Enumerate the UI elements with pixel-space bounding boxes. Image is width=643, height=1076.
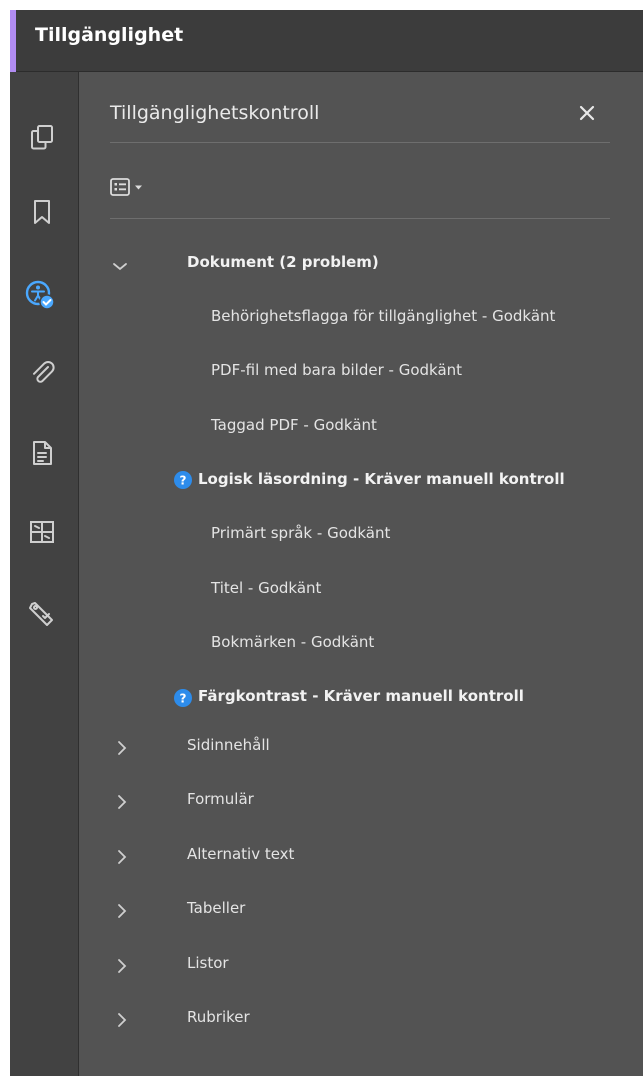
tree-item-rubriker[interactable]: Rubriker xyxy=(187,1008,250,1026)
tree-item-accessibility-permission-flag[interactable]: Behörighetsflagga för tillgänglighet - G… xyxy=(211,307,555,325)
content-icon[interactable] xyxy=(27,517,57,547)
panel-title: Tillgänglighetskontroll xyxy=(110,102,320,124)
accessibility-checker-panel: Tillgänglighetskontroll Dokument (2 prob… xyxy=(80,72,643,1076)
tree-item-bookmarks[interactable]: Bokmärken - Godkänt xyxy=(211,633,374,651)
tree-item-color-contrast[interactable]: Färgkontrast - Kräver manuell kontroll xyxy=(198,687,524,705)
tags-icon[interactable] xyxy=(27,599,57,629)
title-divider xyxy=(110,142,610,143)
tree-item-alternativ-text[interactable]: Alternativ text xyxy=(187,845,294,863)
chevron-right-icon[interactable] xyxy=(114,1012,130,1028)
options-list-icon[interactable] xyxy=(110,176,160,200)
left-tool-rail xyxy=(10,72,79,1076)
tree-item-tabeller[interactable]: Tabeller xyxy=(187,899,245,917)
accessibility-icon[interactable] xyxy=(23,278,59,314)
chevron-right-icon[interactable] xyxy=(114,903,130,919)
chevron-down-icon[interactable] xyxy=(112,258,128,274)
chevron-right-icon[interactable] xyxy=(114,849,130,865)
chevron-right-icon[interactable] xyxy=(114,740,130,756)
toolbar-divider xyxy=(110,218,610,219)
tree-item-image-only-pdf[interactable]: PDF-fil med bara bilder - Godkänt xyxy=(211,361,462,379)
tree-item-primary-language[interactable]: Primärt språk - Godkänt xyxy=(211,524,390,542)
tree-item-logical-reading-order[interactable]: Logisk läsordning - Kräver manuell kontr… xyxy=(198,470,565,488)
pages-icon[interactable] xyxy=(27,122,57,152)
svg-text:?: ? xyxy=(180,474,187,488)
tree-item-sidinnehall[interactable]: Sidinnehåll xyxy=(187,736,270,754)
question-icon: ? xyxy=(173,688,193,708)
chevron-right-icon[interactable] xyxy=(114,794,130,810)
bookmark-icon[interactable] xyxy=(27,197,57,227)
document-properties-icon[interactable] xyxy=(27,438,57,468)
svg-text:?: ? xyxy=(180,692,187,706)
tree-item-formular[interactable]: Formulär xyxy=(187,790,254,808)
panel-header: Tillgänglighet xyxy=(10,10,643,72)
tree-item-dokument[interactable]: Dokument (2 problem) xyxy=(187,253,379,271)
attachment-icon[interactable] xyxy=(27,357,57,387)
tree-item-title[interactable]: Titel - Godkänt xyxy=(211,579,321,597)
tree-item-listor[interactable]: Listor xyxy=(187,954,229,972)
chevron-right-icon[interactable] xyxy=(114,958,130,974)
header-title: Tillgänglighet xyxy=(35,24,184,46)
question-icon: ? xyxy=(173,470,193,490)
app-window: Tillgänglighet Tillgänglighetskontroll D… xyxy=(10,10,643,1076)
close-icon[interactable] xyxy=(572,98,602,128)
tree-item-tagged-pdf[interactable]: Taggad PDF - Godkänt xyxy=(211,416,377,434)
header-accent-bar xyxy=(10,10,16,72)
